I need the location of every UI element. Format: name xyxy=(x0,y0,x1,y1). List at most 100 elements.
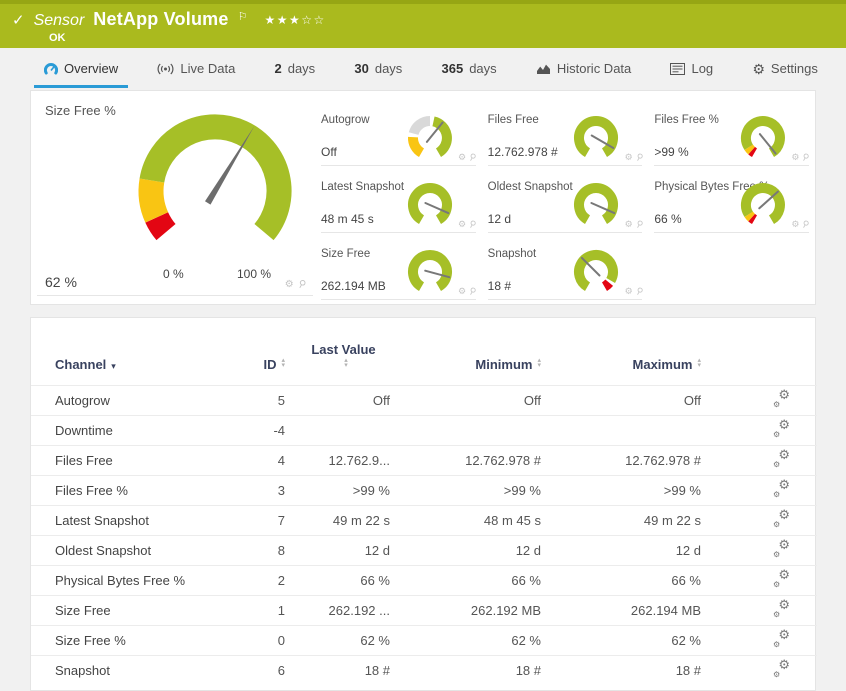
channel-minimum: 18 # xyxy=(396,655,586,686)
status-ok-check-icon: ✓ xyxy=(12,11,25,29)
tab-settings[interactable]: ⚙ Settings xyxy=(742,52,828,88)
channel-last-value xyxy=(291,415,396,446)
channel-settings-icon[interactable]: ⚙ ⚙ xyxy=(773,478,790,499)
priority-stars[interactable]: ★★★☆☆ xyxy=(264,13,325,27)
channel-settings-icon[interactable]: ⚙ ⚙ xyxy=(773,568,790,589)
table-row: Files Free 4 12.762.9... 12.762.978 # 12… xyxy=(31,445,817,476)
channel-maximum xyxy=(586,415,746,446)
gauge-pin-icon[interactable]: ⚲ xyxy=(467,218,478,231)
channel-id: 4 xyxy=(231,445,291,476)
tab-label: Settings xyxy=(770,61,818,76)
gauge-pin-icon[interactable]: ⚲ xyxy=(800,151,812,164)
channel-minimum: >99 % xyxy=(396,475,586,506)
column-header-id[interactable]: ID ▴ ▾ xyxy=(231,332,291,386)
gauge-pin-icon[interactable]: ⚲ xyxy=(633,151,645,164)
channel-id: 7 xyxy=(231,505,291,536)
gauge-pin-icon[interactable]: ⚲ xyxy=(295,278,307,291)
channel-id: 8 xyxy=(231,535,291,566)
column-header-last-value[interactable]: Last Value ▴ ▾ xyxy=(291,332,396,386)
channel-name: Snapshot xyxy=(31,655,231,686)
sort-arrows-icon: ▴ ▾ xyxy=(281,357,285,369)
gauge-tile: Files Free % >99 % ⚙ ⚲ xyxy=(648,105,815,172)
gauge-tile: Autogrow Off ⚙ ⚲ xyxy=(315,105,482,172)
gauge-settings-gear-icon[interactable]: ⚙ xyxy=(458,152,466,163)
tab-live-data[interactable]: Live Data xyxy=(147,52,245,88)
gauge-settings-gear-icon[interactable]: ⚙ xyxy=(625,152,633,163)
tab-historic-data[interactable]: Historic Data xyxy=(526,52,641,88)
channel-maximum: 66 % xyxy=(586,565,746,596)
gauge-tile: Snapshot 18 # ⚙ ⚲ xyxy=(482,239,649,306)
gauge-tile: Physical Bytes Free % 66 % ⚙ ⚲ xyxy=(648,172,815,239)
channel-name: Downtime xyxy=(31,415,231,446)
channel-id: 0 xyxy=(231,625,291,656)
channel-id: 1 xyxy=(231,595,291,626)
gauge-settings-gear-icon[interactable]: ⚙ xyxy=(458,219,466,230)
gauge-settings-gear-icon[interactable]: ⚙ xyxy=(625,219,633,230)
channel-settings-icon[interactable]: ⚙ ⚙ xyxy=(773,598,790,619)
gauge-settings-gear-icon[interactable]: ⚙ xyxy=(458,286,466,297)
channel-minimum: 62 % xyxy=(396,625,586,656)
channel-name: Size Free xyxy=(31,595,231,626)
gauge-settings-gear-icon[interactable]: ⚙ xyxy=(285,279,294,290)
channel-name: Latest Snapshot xyxy=(31,505,231,536)
channel-maximum: 49 m 22 s xyxy=(586,505,746,536)
tab-overview[interactable]: Overview xyxy=(34,52,129,88)
channel-minimum: 48 m 45 s xyxy=(396,505,586,536)
gauge-pin-icon[interactable]: ⚲ xyxy=(467,151,478,164)
channel-id: 2 xyxy=(231,565,291,596)
gauge-value: 18 # xyxy=(487,279,512,293)
channel-table: Channel ▾ ID ▴ ▾ Last Value ▴ ▾ Minimum ▴ ▾ Max… xyxy=(31,332,817,686)
gauge-pin-icon[interactable]: ⚲ xyxy=(467,285,478,298)
gauge-label: Oldest Snapshot xyxy=(487,181,573,193)
gauge-pin-icon[interactable]: ⚲ xyxy=(633,218,645,231)
channel-gauge xyxy=(407,250,452,292)
channel-name: Size Free % xyxy=(31,625,231,656)
channel-name: Autogrow xyxy=(31,385,231,416)
table-row: Files Free % 3 >99 % >99 % >99 % ⚙ ⚙ xyxy=(31,475,817,506)
gauge-min-label: 0 % xyxy=(163,267,184,281)
gauge-value: Off xyxy=(321,145,337,159)
gauge-settings-gear-icon[interactable]: ⚙ xyxy=(625,286,633,297)
channel-settings-icon[interactable]: ⚙ ⚙ xyxy=(773,628,790,649)
column-header-minimum[interactable]: Minimum ▴ ▾ xyxy=(396,332,586,386)
gauge-label: Snapshot xyxy=(487,248,537,260)
channel-gauge xyxy=(740,116,785,158)
channel-settings-icon[interactable]: ⚙ ⚙ xyxy=(773,418,790,439)
size-free-pct-gauge xyxy=(138,114,292,241)
sort-arrows-icon: ▴ ▾ xyxy=(344,357,348,369)
channel-settings-icon[interactable]: ⚙ ⚙ xyxy=(773,658,790,679)
sensor-header: ✓ Sensor NetApp Volume ⚐ ★★★☆☆ OK xyxy=(0,0,846,48)
sort-arrows-icon: ▴ ▾ xyxy=(537,357,541,369)
tab-log[interactable]: Log xyxy=(660,52,723,88)
column-header-maximum[interactable]: Maximum ▴ ▾ xyxy=(586,332,746,386)
channel-gauge xyxy=(407,183,452,225)
tab-365-days[interactable]: 365 days xyxy=(432,52,507,88)
gauge-settings-gear-icon[interactable]: ⚙ xyxy=(791,152,799,163)
divider xyxy=(37,295,313,296)
gauge-settings-gear-icon[interactable]: ⚙ xyxy=(791,219,799,230)
tab-30-days[interactable]: 30 days xyxy=(344,52,412,88)
channel-table-panel: Channel ▾ ID ▴ ▾ Last Value ▴ ▾ Minimum ▴ ▾ Max… xyxy=(30,317,817,691)
gauge-label: Latest Snapshot xyxy=(321,181,405,193)
channel-settings-icon[interactable]: ⚙ ⚙ xyxy=(773,538,790,559)
gauge-pin-icon[interactable]: ⚲ xyxy=(800,218,812,231)
channel-minimum: 12 d xyxy=(396,535,586,566)
channel-settings-icon[interactable]: ⚙ ⚙ xyxy=(773,448,790,469)
channel-settings-icon[interactable]: ⚙ ⚙ xyxy=(773,508,790,529)
gauge-label: Size Free xyxy=(321,248,371,260)
sort-arrows-icon: ▴ ▾ xyxy=(697,357,701,369)
tab-2-days[interactable]: 2 days xyxy=(264,52,325,88)
channel-name: Oldest Snapshot xyxy=(31,535,231,566)
log-icon xyxy=(670,62,686,75)
channel-maximum: 262.194 MB xyxy=(586,595,746,626)
channel-last-value: 66 % xyxy=(291,565,396,596)
channel-gauge xyxy=(574,116,619,158)
divider xyxy=(487,232,643,233)
channel-maximum: Off xyxy=(586,385,746,416)
flag-icon[interactable]: ⚐ xyxy=(238,10,248,23)
channel-settings-icon[interactable]: ⚙ ⚙ xyxy=(773,388,790,409)
channel-last-value: 49 m 22 s xyxy=(291,505,396,536)
column-header-channel[interactable]: Channel ▾ xyxy=(31,332,231,386)
gauge-pin-icon[interactable]: ⚲ xyxy=(633,285,645,298)
channel-maximum: 12 d xyxy=(586,535,746,566)
